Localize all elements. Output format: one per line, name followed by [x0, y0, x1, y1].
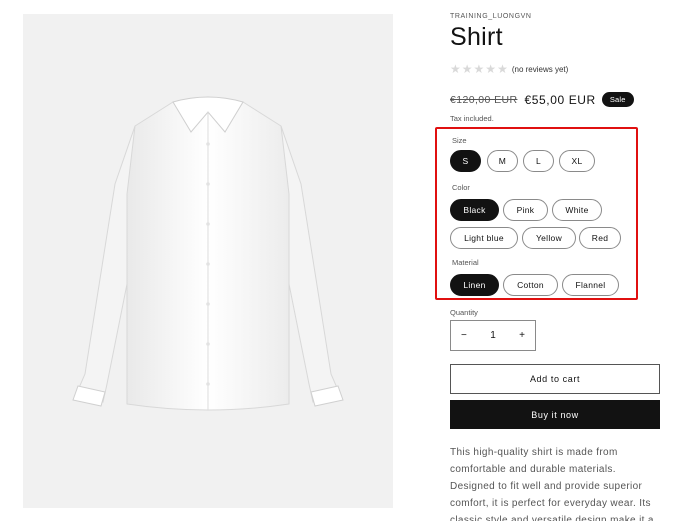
product-title: Shirt	[450, 23, 503, 51]
sale-badge: Sale	[601, 92, 634, 107]
variant-picker: Size S M L XL Color Black Pink White Lig…	[435, 127, 638, 300]
product-image[interactable]	[23, 14, 393, 508]
color-option-light-blue[interactable]: Light blue	[450, 227, 518, 249]
buy-now-button[interactable]: Buy it now	[450, 400, 660, 429]
product-description: This high-quality shirt is made from com…	[450, 447, 654, 521]
color-option-black[interactable]: Black	[450, 199, 499, 221]
star-icon: ★	[461, 62, 473, 76]
star-icon: ★	[497, 62, 508, 76]
material-option-flannel[interactable]: Flannel	[562, 274, 619, 296]
vendor-name: TRAINING_LUONGVN	[450, 13, 532, 20]
star-icon: ★	[485, 62, 497, 76]
size-label: Size	[452, 136, 467, 145]
size-option-l[interactable]: L	[523, 150, 554, 172]
material-option-linen[interactable]: Linen	[450, 274, 499, 296]
add-to-cart-button[interactable]: Add to cart	[450, 364, 660, 394]
size-option-m[interactable]: M	[487, 150, 518, 172]
color-label: Color	[452, 183, 470, 192]
tax-note: Tax included.	[450, 114, 494, 123]
minus-icon[interactable]: −	[461, 330, 467, 341]
compare-at-price: €120,00 EUR	[450, 93, 518, 106]
star-icon: ★	[473, 62, 485, 76]
size-option-s[interactable]: S	[450, 150, 481, 172]
rating-text: (no reviews yet)	[511, 64, 569, 74]
price: €120,00 EUR €55,00 EUR Sale	[450, 92, 634, 107]
rating: ★ ★ ★ ★ ★ (no reviews yet)	[450, 63, 568, 75]
color-option-yellow[interactable]: Yellow	[522, 227, 576, 249]
material-option-cotton[interactable]: Cotton	[503, 274, 558, 296]
color-option-white[interactable]: White	[552, 199, 602, 221]
sale-price: €55,00 EUR	[524, 92, 596, 107]
quantity-stepper: − 1 +	[450, 320, 536, 351]
shirt-illustration	[72, 96, 344, 411]
quantity-input[interactable]: 1	[490, 330, 496, 341]
quantity-label: Quantity	[450, 308, 478, 317]
material-label: Material	[452, 258, 479, 267]
color-option-pink[interactable]: Pink	[503, 199, 548, 221]
star-icon: ★	[450, 62, 461, 76]
plus-icon[interactable]: +	[519, 330, 525, 341]
color-option-red[interactable]: Red	[579, 227, 621, 249]
size-option-xl[interactable]: XL	[559, 150, 595, 172]
